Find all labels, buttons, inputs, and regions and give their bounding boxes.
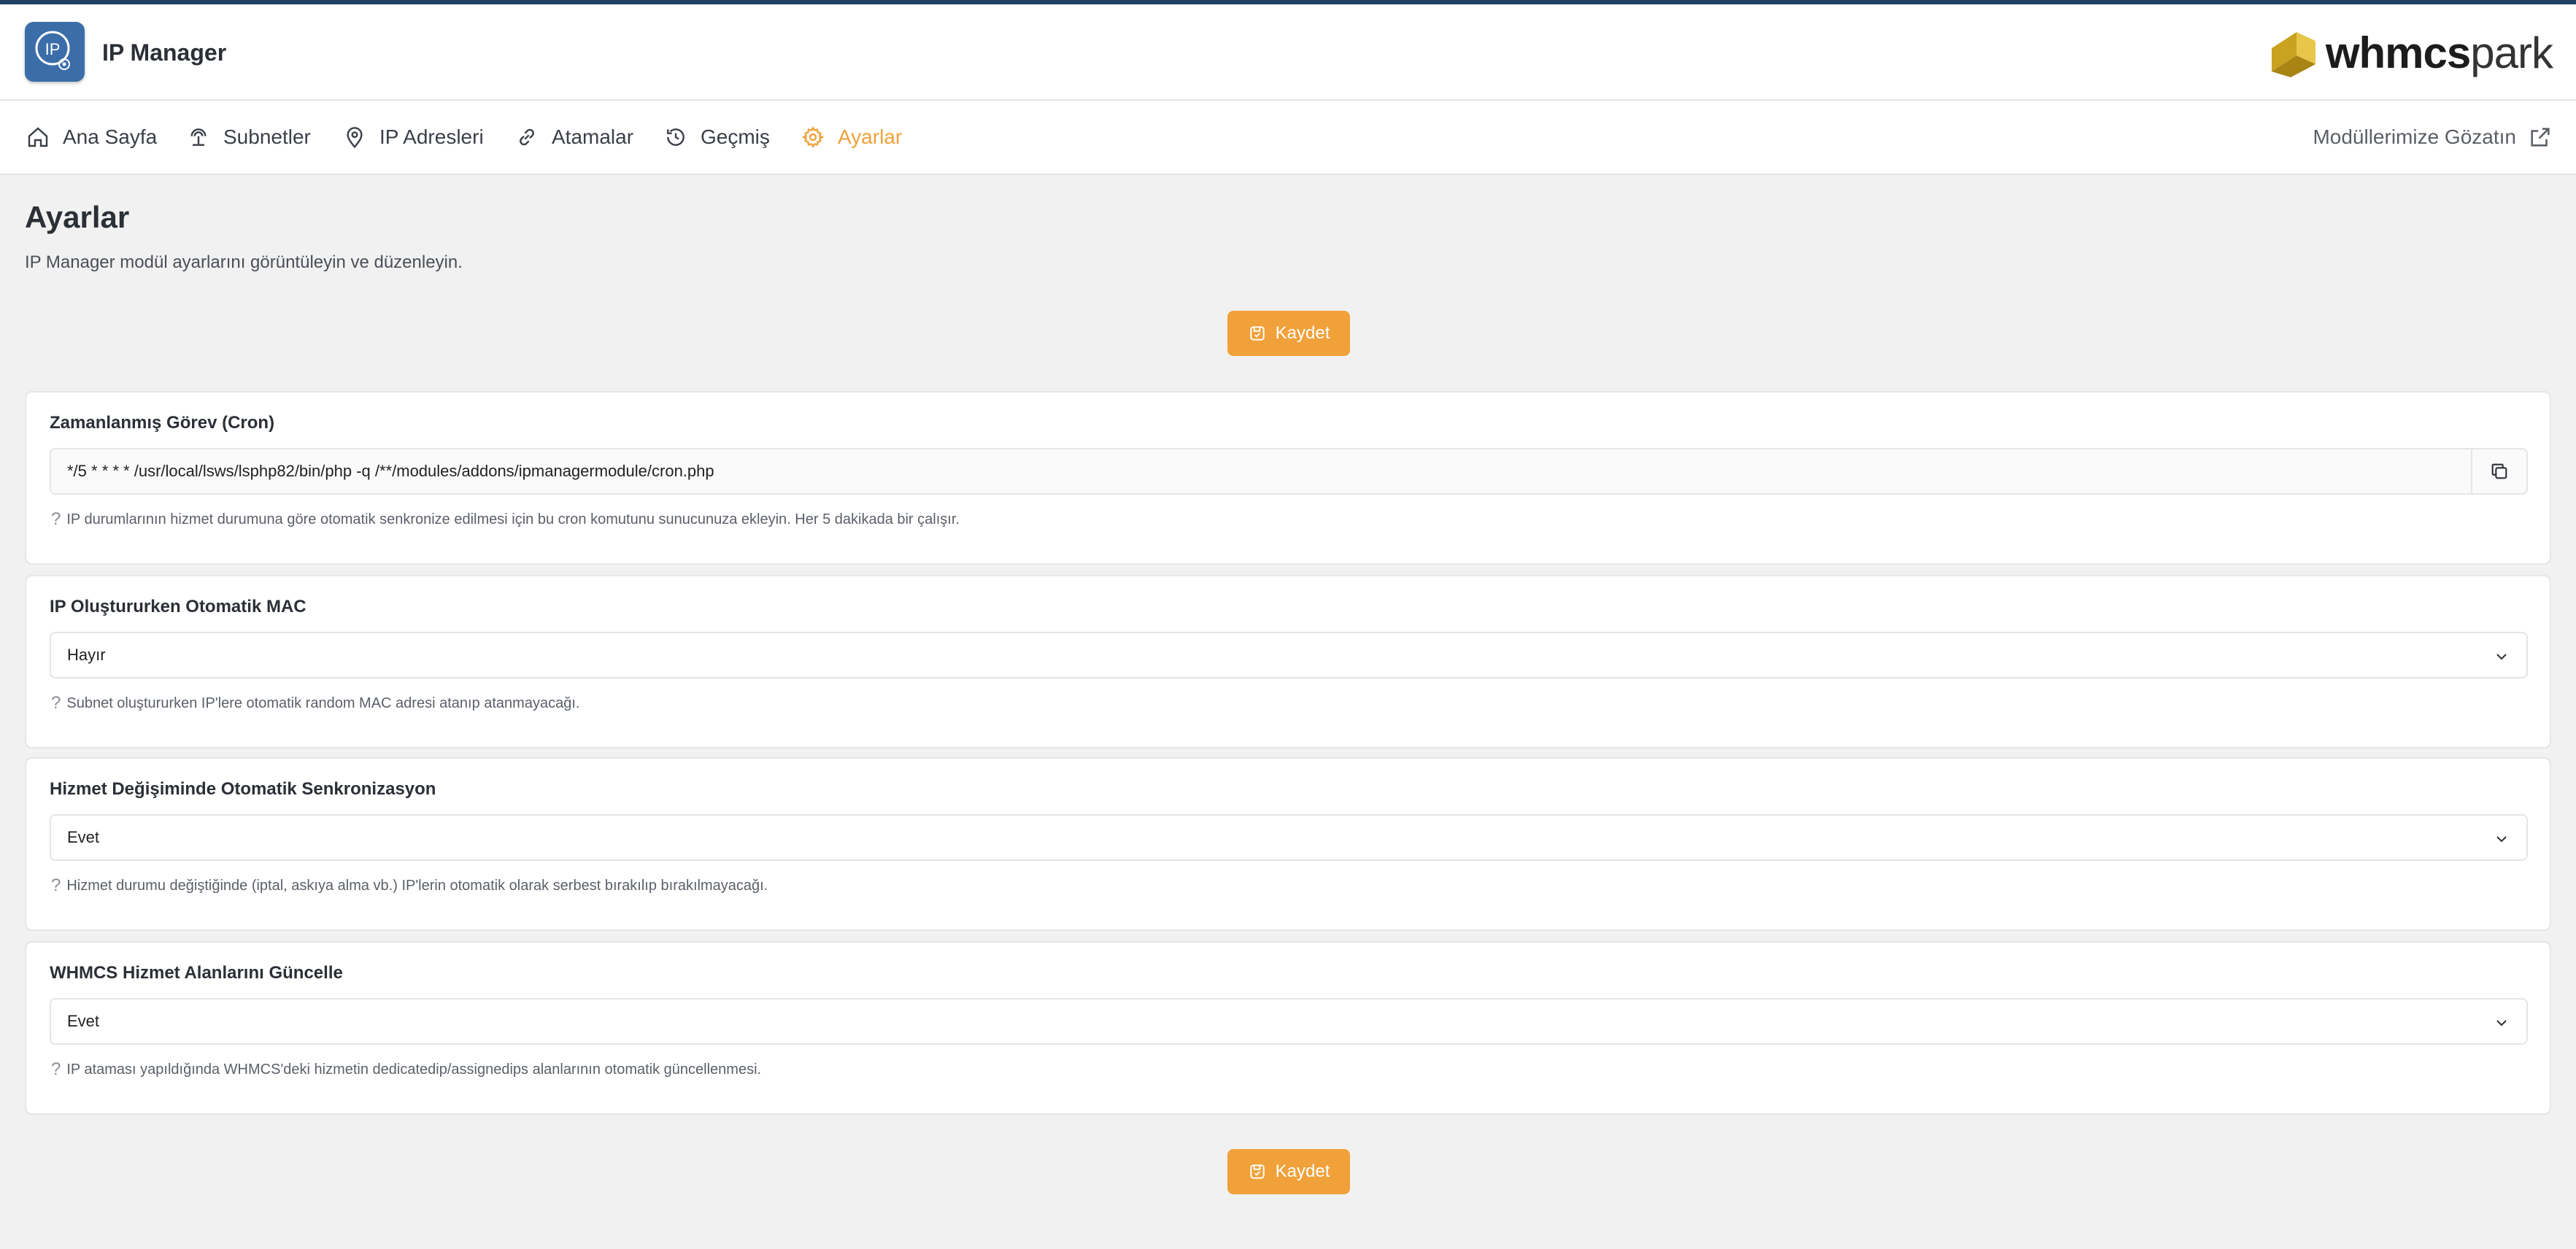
home-icon bbox=[28, 127, 48, 147]
setting-title: WHMCS Hizmet Alanlarını Güncelle bbox=[50, 963, 343, 983]
nav-item-ana-sayfa[interactable]: Ana Sayfa bbox=[26, 101, 157, 174]
header: IP IP Manager whmcspark bbox=[0, 4, 2576, 101]
cron-command-value: */5 * * * * /usr/local/lsws/lsphp82/bin/… bbox=[67, 462, 714, 480]
external-link-icon bbox=[2531, 128, 2550, 147]
gear-icon bbox=[801, 126, 825, 148]
setting-title: IP Oluştururken Otomatik MAC bbox=[50, 597, 306, 616]
question-icon: ? bbox=[51, 693, 61, 713]
save-button-bottom[interactable]: Kaydet bbox=[1227, 1149, 1350, 1194]
chevron-down-icon bbox=[2496, 1020, 2507, 1026]
history-icon bbox=[667, 128, 685, 146]
select-value: Evet bbox=[67, 828, 100, 846]
brand-logo[interactable]: whmcspark bbox=[2267, 26, 2553, 79]
chevron-down-icon bbox=[2496, 836, 2507, 843]
question-icon: ? bbox=[51, 875, 61, 895]
question-icon: ? bbox=[51, 509, 61, 529]
setting-hint: ? Hizmet durumu değiştiğinde (iptal, ask… bbox=[51, 875, 768, 896]
setting-card-auto-sync: Hizmet Değişiminde Otomatik Senkronizasy… bbox=[25, 757, 2551, 931]
page-subtitle: IP Manager modül ayarlarını görüntüleyin… bbox=[25, 252, 463, 272]
nav-label: Subnetler bbox=[223, 125, 311, 148]
nav-label: Atamalar bbox=[552, 125, 634, 148]
select-value: Evet bbox=[67, 1012, 100, 1030]
setting-hint: ? Subnet oluştururken IP'lere otomatik r… bbox=[51, 693, 579, 714]
save-label: Kaydet bbox=[1275, 1161, 1330, 1181]
hint-text: IP durumlarının hizmet durumuna göre oto… bbox=[66, 511, 960, 527]
setting-title: Zamanlanmış Görev (Cron) bbox=[50, 413, 275, 433]
setting-card-update-whmcs-fields: WHMCS Hizmet Alanlarını Güncelle Evet ? … bbox=[25, 941, 2551, 1115]
page-title: Ayarlar bbox=[25, 200, 130, 234]
copy-icon bbox=[2491, 463, 2507, 479]
external-modules-link[interactable]: Modüllerimize Gözatın bbox=[2313, 101, 2553, 174]
question-icon: ? bbox=[51, 1059, 61, 1079]
nav-item-ip-adresleri[interactable]: IP Adresleri bbox=[343, 101, 484, 174]
brand-text: whmcspark bbox=[2325, 28, 2553, 77]
select-value: Hayır bbox=[67, 646, 106, 664]
hint-text: IP ataması yapıldığında WHMCS'deki hizme… bbox=[66, 1061, 762, 1078]
external-link-label: Modüllerimize Gözatın bbox=[2313, 125, 2516, 148]
location-pin-icon bbox=[347, 127, 363, 149]
update-whmcs-fields-select[interactable]: Evet bbox=[50, 998, 2528, 1045]
copy-button[interactable] bbox=[2471, 449, 2526, 493]
auto-sync-select[interactable]: Evet bbox=[50, 814, 2528, 861]
auto-mac-select[interactable]: Hayır bbox=[50, 632, 2528, 678]
link-icon bbox=[520, 128, 534, 146]
app-logo[interactable]: IP bbox=[25, 22, 85, 82]
nav-label: Ayarlar bbox=[838, 125, 903, 148]
nav-label: IP Adresleri bbox=[379, 125, 484, 148]
save-icon bbox=[1249, 326, 1265, 341]
chevron-down-icon bbox=[2496, 654, 2507, 660]
nav-item-gecmis[interactable]: Geçmiş bbox=[664, 101, 770, 174]
brand-mark-icon bbox=[2271, 32, 2315, 77]
cron-command-field[interactable]: */5 * * * * /usr/local/lsws/lsphp82/bin/… bbox=[50, 448, 2528, 495]
nav-item-subnetler[interactable]: Subnetler bbox=[187, 101, 311, 174]
setting-hint: ? IP ataması yapıldığında WHMCS'deki hiz… bbox=[51, 1059, 761, 1080]
hint-text: Subnet oluştururken IP'lere otomatik ran… bbox=[66, 695, 580, 711]
nav-label: Ana Sayfa bbox=[63, 125, 158, 148]
save-icon bbox=[1249, 1164, 1265, 1179]
main-navigation: Ana Sayfa Subnetler IP Adresleri Atamala… bbox=[0, 101, 2576, 175]
app-title: IP Manager bbox=[102, 39, 227, 66]
network-icon bbox=[190, 128, 207, 146]
nav-label: Geçmiş bbox=[701, 125, 770, 148]
nav-item-atamalar[interactable]: Atamalar bbox=[515, 101, 633, 174]
setting-card-cron: Zamanlanmış Görev (Cron) */5 * * * * /us… bbox=[25, 391, 2551, 565]
setting-card-auto-mac: IP Oluştururken Otomatik MAC Hayır ? Sub… bbox=[25, 575, 2551, 749]
save-label: Kaydet bbox=[1275, 323, 1330, 343]
save-button-top[interactable]: Kaydet bbox=[1227, 311, 1350, 356]
svg-text:IP: IP bbox=[45, 40, 61, 58]
setting-hint: ? IP durumlarının hizmet durumuna göre o… bbox=[51, 509, 960, 530]
nav-item-ayarlar[interactable]: Ayarlar bbox=[801, 101, 902, 174]
setting-title: Hizmet Değişiminde Otomatik Senkronizasy… bbox=[50, 779, 436, 799]
hint-text: Hizmet durumu değiştiğinde (iptal, askıy… bbox=[66, 877, 768, 894]
